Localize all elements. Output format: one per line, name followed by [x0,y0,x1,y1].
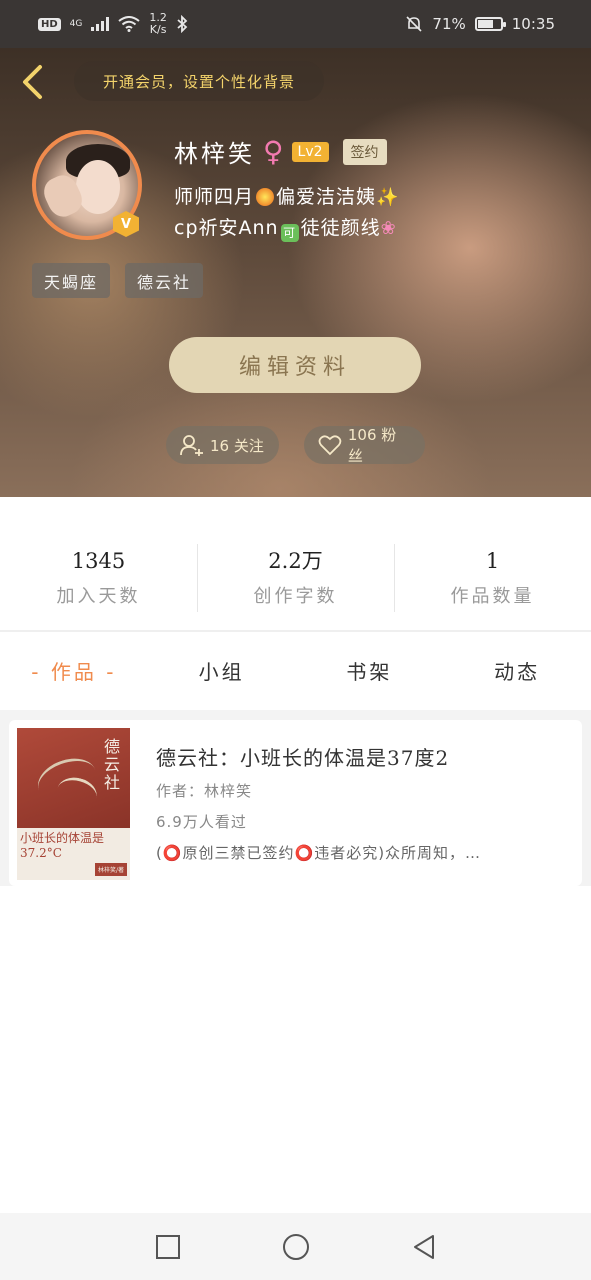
cover-subtitle: 小班长的体温是37.2°C [20,831,105,860]
divider [0,630,591,632]
following-count: 16 关注 [210,436,264,455]
name-row: 林梓笑 ♀ Lv2 签约 [174,134,387,169]
bluetooth-icon [177,15,188,33]
stat-works-label: 作品数量 [450,586,535,607]
square-icon [155,1234,180,1259]
hd-badge: HD [38,17,61,31]
work-views: 6.9万人看过 [156,813,247,831]
bio-line1-a: 师师四月 [174,186,255,208]
book-cover: 德云社 小班长的体温是37.2°C 林梓笑/著 [17,728,130,880]
following-button[interactable]: 16 关注 [166,426,279,464]
status-left: HD 4G 1.2 K/s [38,12,188,36]
tab-works[interactable]: - 作品 - [0,648,148,696]
bio-line2-a: cp祈安Ann [174,217,279,239]
stat-words-label: 创作字数 [253,586,338,607]
profile-header: 开通会员，设置个性化背景 V 林梓笑 ♀ Lv2 签约 师师四月 偏爱洁洁姨✨ c… [0,48,591,497]
stat-words-value: 2.2万 [268,549,323,573]
status-bar: HD 4G 1.2 K/s 71% 10:35 [0,0,591,48]
edit-profile-button[interactable]: 编辑资料 [169,337,421,393]
status-right: 71% 10:35 [405,15,555,33]
stat-days-value: 1345 [71,549,126,573]
network-speed: 1.2 K/s [149,12,167,36]
stat-words: 2.2万 创作字数 [197,544,394,616]
bio-line1-b: 偏爱洁洁姨 [276,186,377,208]
cover-author: 林梓笑/著 [94,863,127,876]
tab-activity[interactable]: 动态 [443,648,591,696]
tab-bookshelf[interactable]: 书架 [296,648,444,696]
level-badge: Lv2 [291,141,329,162]
heart-icon [318,435,342,456]
back-arrow-icon [23,65,42,99]
stat-days-label: 加入天数 [56,586,141,607]
tab-groups[interactable]: 小组 [148,648,296,696]
bio-line2-b: 徒徒颜线 [300,217,381,239]
signal-icon [91,17,110,31]
mute-bell-icon [406,16,422,32]
network-type: 4G [69,18,83,29]
sparkles-emoji-icon: ✨ [376,187,400,208]
tag-group[interactable]: 德云社 [125,263,204,298]
triangle-back-icon [413,1234,434,1259]
add-user-icon [180,435,203,456]
back-nav-button[interactable] [410,1233,438,1261]
work-author: 作者：林梓笑 [156,782,253,800]
ok-emoji-icon: 可 [280,224,299,242]
circle-icon [282,1233,309,1260]
fans-count: 106 粉丝 [347,426,397,465]
fans-button[interactable]: 106 粉丝 [304,426,425,465]
work-title: 德云社：小班长的体温是37度2 [156,746,450,770]
stat-days: 1345 加入天数 [0,544,197,616]
female-icon: ♀ [263,134,284,168]
battery-percent: 71% [432,15,466,33]
profile-tabs: - 作品 - 小组 书架 动态 [0,648,591,696]
tag-list: 天蝎座 德云社 [32,263,204,298]
back-button[interactable] [14,62,50,102]
battery-icon [474,17,506,31]
blossom-emoji-icon: ❀ [380,218,397,239]
stat-works: 1 作品数量 [394,544,591,616]
stats-row: 1345 加入天数 2.2万 创作字数 1 作品数量 [0,544,591,616]
stat-works-value: 1 [485,549,500,573]
cover-title: 德云社 [103,737,120,792]
collision-emoji-icon [256,188,275,206]
work-card[interactable]: 德云社 小班长的体温是37.2°C 林梓笑/著 德云社：小班长的体温是37度2 … [9,720,582,886]
user-name: 林梓笑 [174,140,255,168]
speed-unit: K/s [149,23,167,36]
system-nav-bar [0,1213,591,1280]
user-bio: 师师四月 偏爱洁洁姨✨ cp祈安Ann 可徒徒颜线❀ [174,182,504,244]
vip-background-banner[interactable]: 开通会员，设置个性化背景 [74,61,324,101]
home-button[interactable] [282,1233,310,1261]
recents-button[interactable] [154,1233,182,1261]
work-description: (⭕原创三禁已签约⭕违者必究)众所周知，… [156,844,482,862]
wifi-icon [118,16,140,32]
signed-badge: 签约 [342,138,387,165]
tag-zodiac[interactable]: 天蝎座 [32,263,111,298]
clock: 10:35 [511,15,555,33]
